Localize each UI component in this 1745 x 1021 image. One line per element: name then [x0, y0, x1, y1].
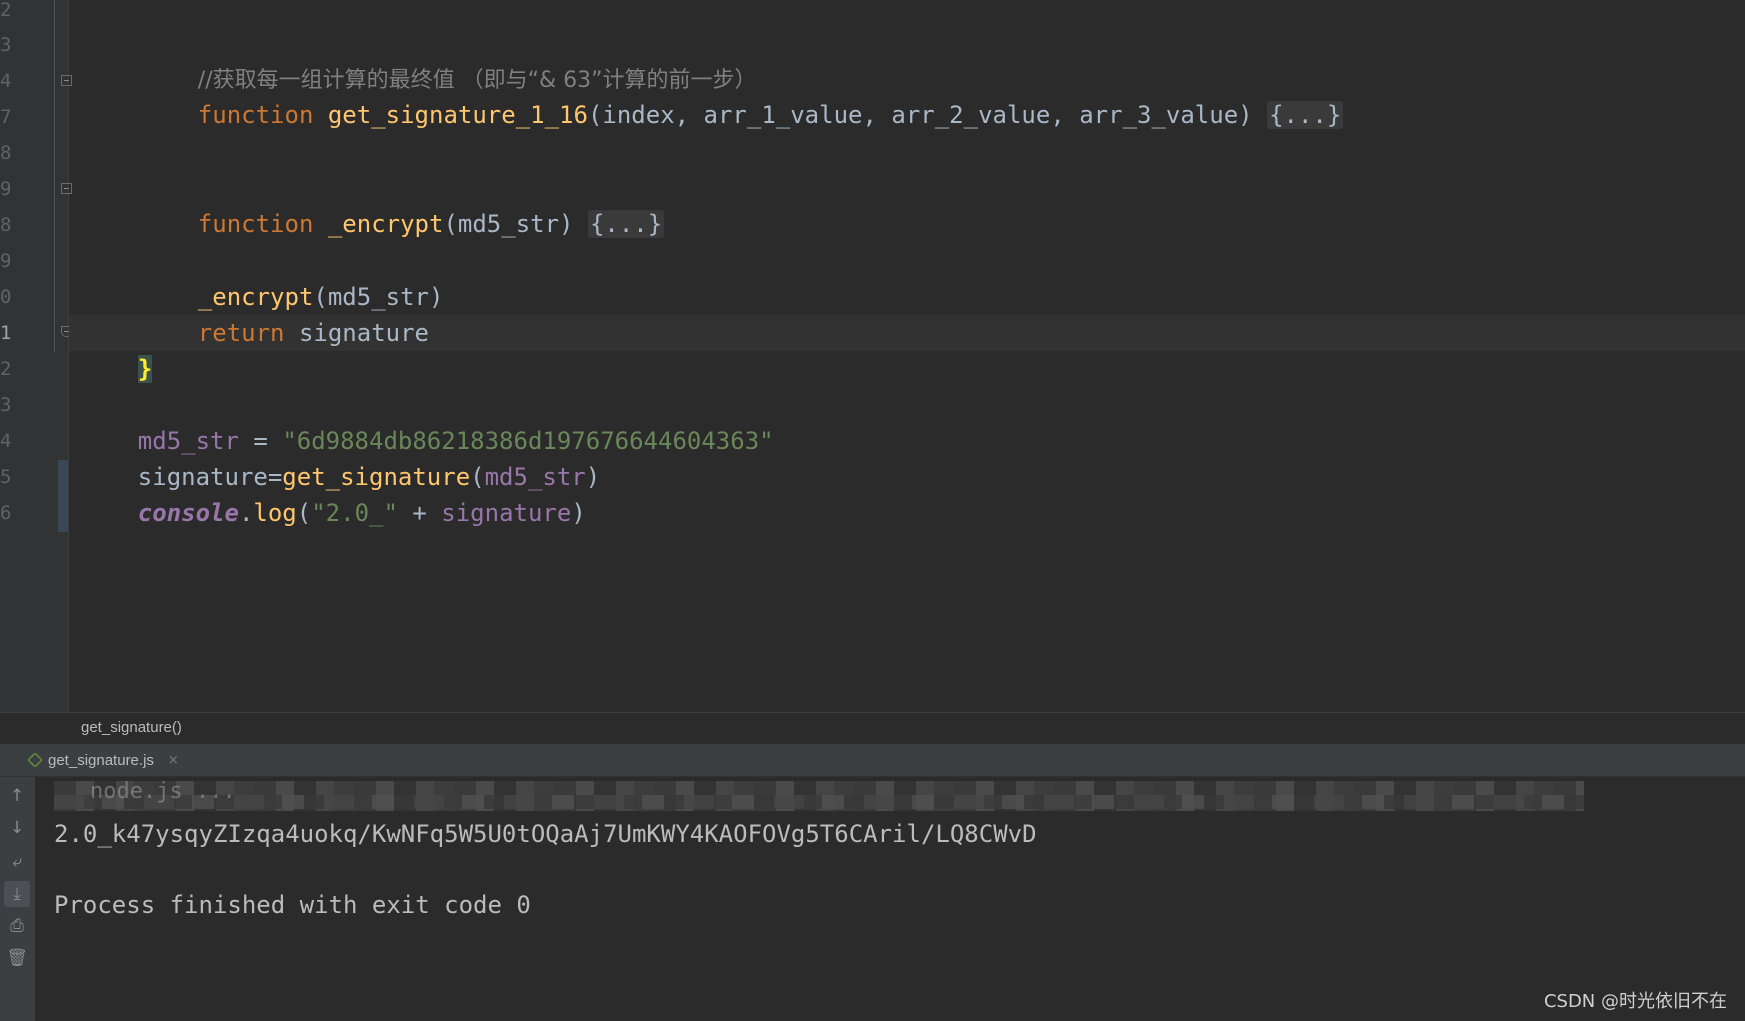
line-number: 6 [0, 502, 12, 524]
paren: ( [296, 499, 312, 527]
gutter-separator [54, 0, 55, 352]
fold-toggle-icon[interactable] [61, 183, 72, 194]
paren: ) [559, 210, 588, 238]
keyword: return [197, 319, 285, 347]
breadcrumb-item[interactable]: get_signature() [81, 719, 182, 736]
run-tab[interactable]: get_signature.js × [26, 744, 187, 776]
params: md5_str [457, 210, 560, 238]
paren: ( [587, 101, 603, 129]
close-icon[interactable]: × [168, 753, 179, 768]
scroll-to-end-icon[interactable]: ⤓ [4, 881, 30, 907]
line-number: 2 [0, 358, 12, 380]
argument: signature [441, 499, 572, 527]
watermark: CSDN @时光依旧不在 [1543, 991, 1727, 1012]
code-editor[interactable]: 2 3 4 7 8 9 8 9 0 1 2 3 4 5 6 //获取每一组计算的… [0, 0, 1745, 712]
line-gutter[interactable]: 2 3 4 7 8 9 8 9 0 1 2 3 4 5 6 [0, 0, 72, 712]
global-object: console [137, 499, 239, 527]
line-number: 9 [0, 178, 12, 200]
code-line[interactable]: console.log("2.0_" + signature) [80, 459, 586, 527]
code-line[interactable]: signature=get_signature(md5_str) [80, 423, 600, 491]
console-toolbar: ↑ ↓ ⤶ ⤓ ⎙ 🗑 [0, 777, 35, 1021]
collapsed-block[interactable]: {...} [587, 210, 665, 238]
dot: . [238, 499, 254, 527]
line-number: 0 [0, 286, 12, 308]
trash-icon[interactable]: 🗑 [4, 945, 30, 971]
line-number: 9 [0, 250, 12, 272]
keyword: function [197, 210, 314, 238]
nodejs-icon [27, 752, 43, 768]
code-line[interactable]: _encrypt(md5_str) [140, 243, 444, 311]
up-arrow-icon[interactable]: ↑ [4, 783, 30, 809]
run-console[interactable]: ↑ ↓ ⤶ ⤓ ⎙ 🗑 node.js ... 2.0_k47ysqyZIzqa… [0, 777, 1745, 1021]
line-number: 8 [0, 214, 12, 236]
line-number: 8 [0, 142, 12, 164]
line-number: 3 [0, 394, 12, 416]
console-exit-message: Process finished with exit code 0 [54, 891, 531, 919]
collapsed-block[interactable]: {...} [1267, 101, 1344, 129]
closing-brace: } [137, 355, 153, 383]
run-tab-label: get_signature.js [48, 751, 154, 769]
code-line-current[interactable]: } [80, 315, 153, 383]
code-line[interactable]: return signature [140, 279, 429, 347]
console-output: 2.0_k47ysqyZIzqa4uokq/KwNFq5W5U0tOQaAj7U… [54, 820, 1037, 848]
operator: + [397, 499, 442, 527]
run-tab-strip: get_signature.js × [0, 744, 1745, 777]
params: index, arr_1_value, arr_2_value, arr_3_v… [602, 101, 1239, 129]
function-name: get_signature_1_16 [327, 101, 588, 129]
fold-toggle-icon[interactable] [61, 75, 72, 86]
paren: ) [1238, 101, 1268, 129]
line-number: 3 [0, 34, 12, 56]
code-line[interactable]: function _encrypt(md5_str) {...} [140, 170, 665, 238]
pixelated-redaction [54, 795, 1584, 809]
breadcrumb[interactable]: get_signature() [0, 712, 1745, 744]
print-icon[interactable]: ⎙ [4, 913, 30, 939]
line-number: 4 [0, 430, 12, 452]
soft-wrap-icon[interactable]: ⤶ [4, 849, 30, 875]
string-literal: "2.0_" [311, 499, 398, 527]
function-name: _encrypt [327, 210, 444, 238]
keyword: function [197, 101, 314, 129]
paren: ( [443, 210, 458, 238]
line-number: 7 [0, 106, 12, 128]
change-marker [58, 460, 68, 532]
line-number: 2 [0, 0, 12, 21]
code-comment-line[interactable]: //获取每一组计算的最终值 （即与“& 63”计算的前一步） [140, 25, 757, 93]
code-line[interactable]: md5_str = "6d9884db86218386d197676644604… [80, 387, 774, 455]
paren: ) [585, 463, 601, 491]
obscured-command: node.js ... [90, 779, 236, 804]
down-arrow-icon[interactable]: ↓ [4, 815, 30, 841]
paren: ) [571, 499, 586, 527]
line-number: 4 [0, 70, 12, 92]
line-number-current: 1 [0, 322, 12, 344]
method-name: log [253, 499, 297, 527]
line-number: 5 [0, 466, 12, 488]
code-line[interactable]: function get_signature_1_16(index, arr_1… [140, 61, 1344, 129]
return-value: signature [284, 319, 429, 347]
